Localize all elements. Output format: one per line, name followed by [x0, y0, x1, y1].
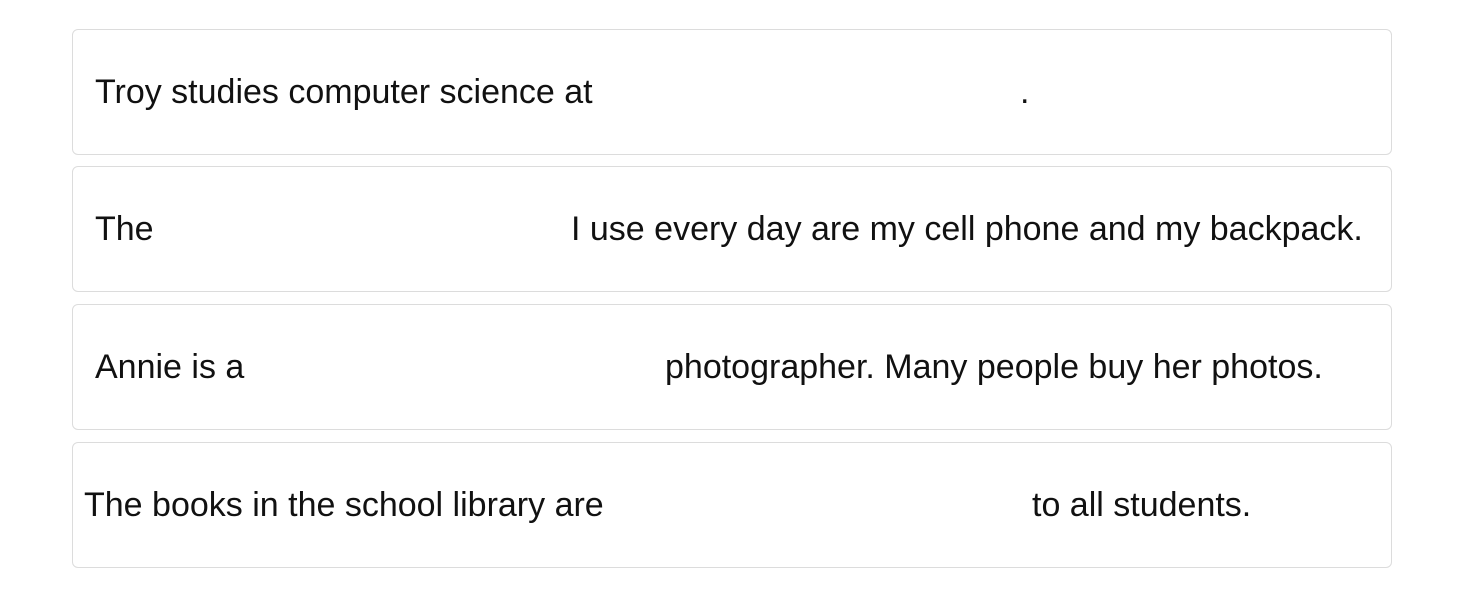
sentence-3-before: Annie is a — [95, 347, 245, 386]
sentence-2-blank-input[interactable] — [163, 203, 563, 257]
sentence-1-before: Troy studies computer science at — [95, 72, 593, 111]
sentence-card-4: The books in the school library are to a… — [72, 442, 1392, 568]
sentence-4-after: to all students. — [1032, 485, 1252, 524]
sentence-2-after: I use every day are my cell phone and my… — [571, 209, 1363, 248]
sentence-1-after: . — [1020, 72, 1030, 111]
sentence-card-1: Troy studies computer science at . — [72, 29, 1392, 155]
sentence-3-after: photographer. Many people buy her photos… — [665, 347, 1323, 386]
sentence-2-before: The — [95, 209, 154, 248]
sentence-3-blank-input[interactable] — [257, 341, 657, 395]
sentence-card-2: The I use every day are my cell phone an… — [72, 166, 1392, 292]
sentence-4-blank-input[interactable] — [631, 479, 1031, 533]
sentence-4-before: The books in the school library are — [84, 485, 604, 524]
sentence-1-blank-input[interactable] — [625, 66, 1025, 120]
sentence-card-3: Annie is a photographer. Many people buy… — [72, 304, 1392, 430]
